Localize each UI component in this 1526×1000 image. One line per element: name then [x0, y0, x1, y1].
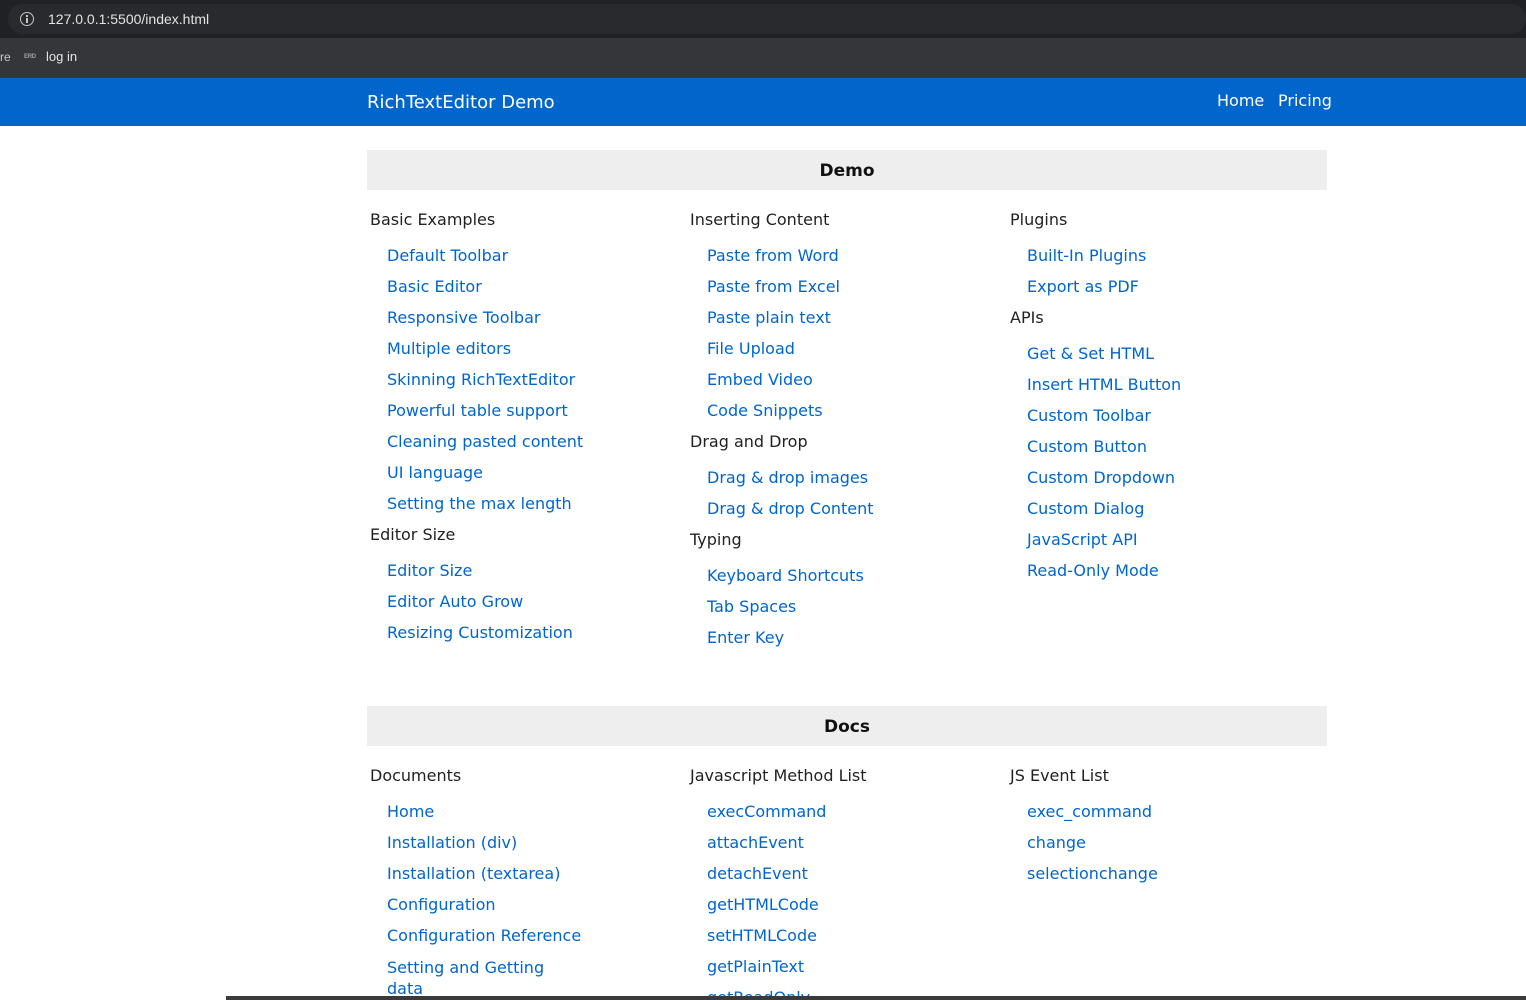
demo-column-2: Inserting Content Paste from Word Paste fr…: [687, 210, 997, 659]
link-getplaintext[interactable]: getPlainText: [687, 957, 997, 988]
link-installation-textarea[interactable]: Installation (textarea): [367, 864, 677, 895]
group-title-plugins: Plugins: [1010, 210, 1068, 229]
group-title-documents: Documents: [370, 766, 462, 785]
link-paste-from-excel[interactable]: Paste from Excel: [687, 277, 997, 308]
url-text[interactable]: 127.0.0.1:5500/index.html: [48, 11, 209, 27]
bookmarks-bar: re ERD log in: [0, 38, 1526, 78]
link-insert-html-button[interactable]: Insert HTML Button: [1007, 375, 1317, 406]
docs-column-3: JS Event List exec_command change selection…: [1007, 766, 1317, 895]
link-multiple-editors[interactable]: Multiple editors: [367, 339, 677, 370]
link-paste-plain-text[interactable]: Paste plain text: [687, 308, 997, 339]
link-javascript-api[interactable]: JavaScript API: [1007, 530, 1317, 561]
link-code-snippets[interactable]: Code Snippets: [687, 401, 997, 432]
link-selectionchange[interactable]: selectionchange: [1007, 864, 1317, 895]
link-gethtmlcode[interactable]: getHTMLCode: [687, 895, 997, 926]
site-navbar: RichTextEditor Demo Home Pricing: [0, 78, 1526, 126]
demo-column-3: Plugins Built-In Plugins Export as PDF APIs…: [1007, 210, 1317, 592]
link-custom-dialog[interactable]: Custom Dialog: [1007, 499, 1317, 530]
horizontal-scrollbar[interactable]: [226, 996, 1526, 1000]
link-configuration-reference[interactable]: Configuration Reference: [367, 926, 677, 957]
link-embed-video[interactable]: Embed Video: [687, 370, 997, 401]
nav-pricing-link[interactable]: Pricing: [1278, 91, 1332, 110]
link-basic-editor[interactable]: Basic Editor: [367, 277, 677, 308]
link-change[interactable]: change: [1007, 833, 1317, 864]
link-exec-command[interactable]: exec_command: [1007, 802, 1317, 833]
bookmark-clipped-label[interactable]: re: [0, 50, 11, 64]
group-title-editor-size: Editor Size: [370, 525, 456, 544]
link-drag-drop-content[interactable]: Drag & drop Content: [687, 499, 997, 530]
docs-section-header: Docs: [367, 706, 1327, 746]
browser-address-bar: 127.0.0.1:5500/index.html: [0, 0, 1526, 38]
link-file-upload[interactable]: File Upload: [687, 339, 997, 370]
link-execcommand[interactable]: execCommand: [687, 802, 997, 833]
link-installation-div[interactable]: Installation (div): [367, 833, 677, 864]
link-configuration[interactable]: Configuration: [367, 895, 677, 926]
link-custom-button[interactable]: Custom Button: [1007, 437, 1317, 468]
link-attachevent[interactable]: attachEvent: [687, 833, 997, 864]
link-editor-size[interactable]: Editor Size: [367, 561, 677, 592]
link-responsive-toolbar[interactable]: Responsive Toolbar: [367, 308, 677, 339]
bookmark-log-in[interactable]: ERD log in: [24, 49, 77, 64]
group-title-apis: APIs: [1010, 308, 1044, 327]
brand-link[interactable]: RichTextEditor Demo: [367, 92, 555, 113]
bookmark-label: log in: [46, 49, 78, 64]
link-get-set-html[interactable]: Get & Set HTML: [1007, 344, 1317, 375]
link-export-as-pdf[interactable]: Export as PDF: [1007, 277, 1317, 308]
group-title-js-event-list: JS Event List: [1010, 766, 1109, 785]
docs-column-1: Documents Home Installation (div) Installat…: [367, 766, 677, 999]
link-cleaning-pasted-content[interactable]: Cleaning pasted content: [367, 432, 677, 463]
nav-home-link[interactable]: Home: [1217, 91, 1264, 110]
group-title-inserting-content: Inserting Content: [690, 210, 830, 229]
group-title-drag-and-drop: Drag and Drop: [690, 432, 808, 451]
link-built-in-plugins[interactable]: Built-In Plugins: [1007, 246, 1317, 277]
group-title-basic-examples: Basic Examples: [370, 210, 496, 229]
url-field[interactable]: [8, 4, 1526, 34]
link-sethtmlcode[interactable]: setHTMLCode: [687, 926, 997, 957]
link-enter-key[interactable]: Enter Key: [687, 628, 997, 659]
group-title-javascript-method-list: Javascript Method List: [690, 766, 867, 785]
link-detachevent[interactable]: detachEvent: [687, 864, 997, 895]
erd-favicon-icon: ERD: [24, 53, 36, 60]
link-editor-auto-grow[interactable]: Editor Auto Grow: [367, 592, 677, 623]
link-skinning-richtexteditor[interactable]: Skinning RichTextEditor: [367, 370, 677, 401]
link-powerful-table-support[interactable]: Powerful table support: [367, 401, 677, 432]
group-title-typing: Typing: [690, 530, 742, 549]
demo-section-header: Demo: [367, 150, 1327, 190]
link-home[interactable]: Home: [367, 802, 677, 833]
link-paste-from-word[interactable]: Paste from Word: [687, 246, 997, 277]
info-icon[interactable]: [20, 12, 34, 26]
link-resizing-customization[interactable]: Resizing Customization: [367, 623, 677, 654]
link-keyboard-shortcuts[interactable]: Keyboard Shortcuts: [687, 566, 997, 597]
link-tab-spaces[interactable]: Tab Spaces: [687, 597, 997, 628]
demo-column-1: Basic Examples Default Toolbar Basic Edito…: [367, 210, 677, 654]
link-setting-the-max-length[interactable]: Setting the max length: [367, 494, 677, 525]
link-default-toolbar[interactable]: Default Toolbar: [367, 246, 677, 277]
docs-column-2: Javascript Method List execCommand attachE…: [687, 766, 997, 1000]
link-custom-dropdown[interactable]: Custom Dropdown: [1007, 468, 1317, 499]
link-ui-language[interactable]: UI language: [367, 463, 677, 494]
link-custom-toolbar[interactable]: Custom Toolbar: [1007, 406, 1317, 437]
link-setting-and-getting-data[interactable]: Setting and Getting data: [367, 957, 567, 999]
link-drag-drop-images[interactable]: Drag & drop images: [687, 468, 997, 499]
link-read-only-mode[interactable]: Read-Only Mode: [1007, 561, 1317, 592]
